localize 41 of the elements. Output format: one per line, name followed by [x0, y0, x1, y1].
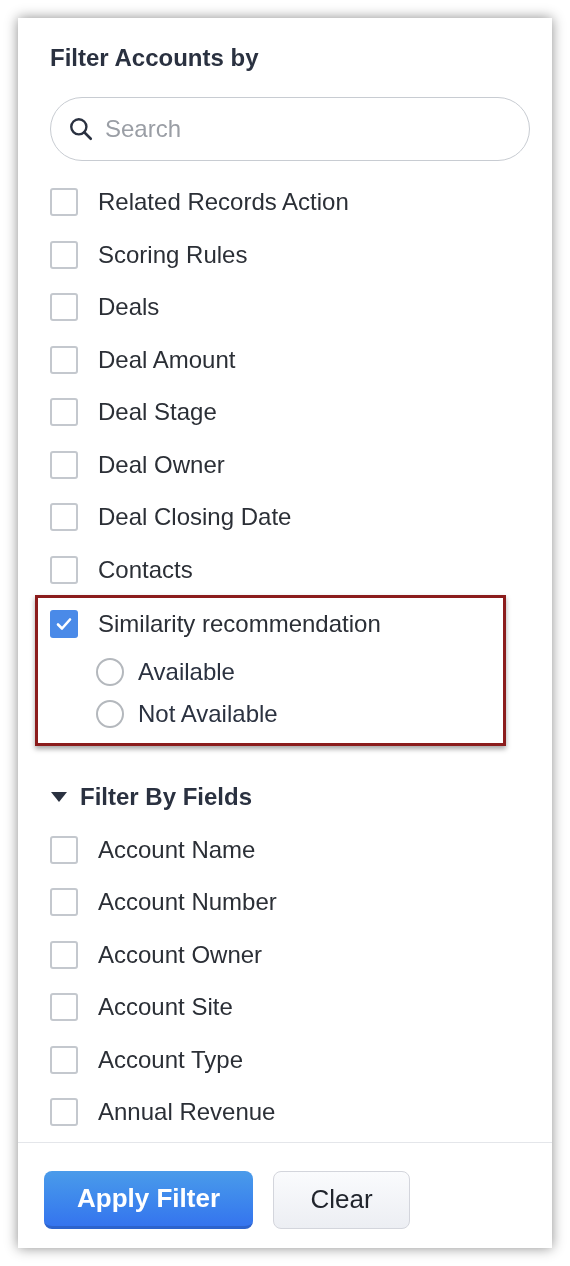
caret-down-icon[interactable]: [50, 790, 68, 803]
filter-label: Account Owner: [98, 939, 263, 970]
panel-title: Filter Accounts by: [50, 43, 260, 73]
checkbox[interactable]: [50, 1045, 78, 1074]
search-field[interactable]: Search: [50, 97, 530, 161]
filter-label: Account Site: [98, 992, 233, 1023]
apply-button[interactable]: Apply Filter: [44, 1170, 253, 1229]
filter-label: Similarity recommendation: [98, 609, 381, 640]
filter-label: Deal Stage: [98, 397, 217, 428]
filter-label: Account Name: [98, 834, 256, 865]
checkbox[interactable]: [50, 293, 78, 322]
checkbox[interactable]: [50, 188, 78, 217]
filter-label: Deal Amount: [98, 344, 236, 375]
clear-button[interactable]: Clear: [273, 1170, 410, 1229]
checkbox[interactable]: [50, 835, 78, 864]
checkbox[interactable]: [50, 888, 78, 917]
search-icon: [68, 116, 94, 142]
filter-label: Contacts: [98, 554, 193, 585]
checkbox[interactable]: [50, 610, 78, 639]
filter-label: Deal Owner: [98, 449, 225, 480]
section-title: Filter By Fields: [80, 781, 253, 812]
checkbox[interactable]: [50, 450, 78, 479]
checkbox[interactable]: [50, 1098, 78, 1127]
checkbox[interactable]: [50, 398, 78, 427]
checkbox[interactable]: [50, 503, 78, 532]
option-label: Not Available: [138, 698, 278, 729]
filter-label: Deal Closing Date: [98, 502, 292, 533]
filter-label: Deals: [98, 292, 160, 323]
checkbox[interactable]: [50, 240, 78, 269]
filter-label: Account Type: [98, 1044, 243, 1075]
filter-label: Scoring Rules: [98, 239, 248, 270]
filter-label: Annual Revenue: [98, 1097, 276, 1128]
checkbox[interactable]: [50, 940, 78, 969]
checkbox[interactable]: [50, 993, 78, 1022]
radio-button[interactable]: [96, 699, 124, 728]
radio-button[interactable]: [96, 657, 124, 686]
checkbox[interactable]: [50, 555, 78, 584]
filter-label: Account Number: [98, 887, 277, 918]
checkbox[interactable]: [50, 345, 78, 374]
filter-label: Related Records Action: [98, 187, 349, 218]
option-label: Available: [138, 656, 235, 687]
